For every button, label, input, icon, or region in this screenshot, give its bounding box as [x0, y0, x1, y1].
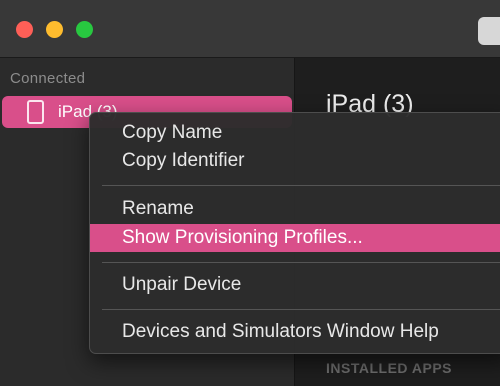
menu-item-label: Show Provisioning Profiles...: [122, 227, 363, 248]
menu-separator: [102, 309, 500, 310]
minimize-window-button[interactable]: [46, 21, 63, 38]
connected-section-header: Connected: [10, 70, 86, 87]
context-menu: Copy Name Copy Identifier Rename Show Pr…: [89, 112, 500, 354]
title-bar: [0, 0, 500, 58]
menu-item-copy-name[interactable]: Copy Name: [90, 119, 500, 147]
toolbar-button[interactable]: [478, 17, 500, 45]
menu-separator: [102, 262, 500, 263]
menu-item-label: Unpair Device: [122, 274, 242, 295]
menu-item-show-provisioning-profiles[interactable]: Show Provisioning Profiles...: [90, 224, 500, 252]
menu-item-copy-identifier[interactable]: Copy Identifier: [90, 147, 500, 175]
ipad-icon: [27, 100, 44, 124]
menu-item-label: Copy Identifier: [122, 150, 245, 171]
close-window-button[interactable]: [16, 21, 33, 38]
zoom-window-button[interactable]: [76, 21, 93, 38]
devices-window: Connected iPad (3) iPad (3) INSTALLED AP…: [0, 0, 500, 386]
installed-apps-header: INSTALLED APPS: [326, 360, 453, 376]
menu-separator: [102, 185, 500, 186]
menu-item-label: Devices and Simulators Window Help: [122, 321, 439, 342]
menu-item-window-help[interactable]: Devices and Simulators Window Help: [90, 318, 500, 346]
menu-item-rename[interactable]: Rename: [90, 195, 500, 223]
menu-item-label: Copy Name: [122, 122, 223, 143]
menu-item-unpair-device[interactable]: Unpair Device: [90, 271, 500, 299]
menu-item-label: Rename: [122, 198, 194, 219]
